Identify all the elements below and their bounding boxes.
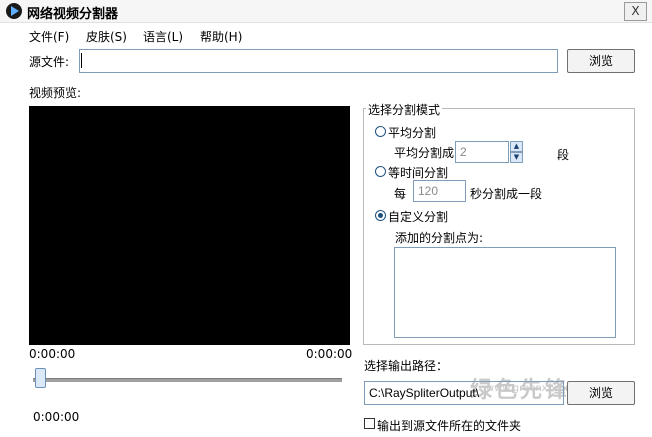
close-button[interactable]: X (624, 2, 647, 21)
output-path-input[interactable] (364, 381, 564, 405)
radio-custom-split[interactable] (375, 210, 386, 221)
source-file-label: 源文件: (29, 55, 70, 69)
split-points-label: 添加的分割点为: (395, 231, 484, 245)
app-logo-icon (6, 3, 22, 19)
time-current: 0:00:00 (33, 410, 80, 424)
window-title: 网络视频分割器 (27, 7, 119, 22)
text-cursor (81, 53, 82, 68)
seek-slider-thumb[interactable] (35, 368, 46, 388)
source-browse-button[interactable]: 浏览 (567, 49, 635, 73)
split-points-list[interactable] (394, 247, 616, 338)
segment-count-input[interactable] (455, 141, 509, 163)
segment-unit-label: 段 (557, 148, 570, 162)
time-start: 0:00:00 (29, 347, 76, 361)
even-split-sub-label: 平均分割成 (394, 146, 455, 160)
seek-slider-track[interactable] (33, 378, 342, 382)
time-end: 0:00:00 (306, 347, 353, 361)
output-path-label: 选择输出路径： (364, 359, 449, 373)
menu-language[interactable]: 语言(L) (143, 28, 183, 45)
even-split-label[interactable]: 平均分割 (388, 124, 436, 141)
spin-up-icon[interactable]: ▲ (510, 141, 523, 152)
time-split-prefix: 每 (394, 187, 407, 201)
radio-even-split[interactable] (375, 126, 386, 137)
time-split-label[interactable]: 等时间分割 (388, 164, 448, 181)
video-preview (29, 106, 350, 345)
output-browse-button[interactable]: 浏览 (567, 381, 635, 405)
time-split-suffix: 秒分割成一段 (470, 187, 543, 201)
spin-down-icon[interactable]: ▼ (510, 152, 523, 163)
split-mode-legend: 选择分割模式 (366, 101, 443, 118)
menu-skin[interactable]: 皮肤(S) (86, 28, 127, 45)
radio-time-split[interactable] (375, 166, 386, 177)
menu-help[interactable]: 帮助(H) (200, 28, 242, 45)
segment-count-spinner[interactable]: ▲ ▼ (510, 141, 523, 163)
source-file-input[interactable] (79, 49, 558, 73)
preview-label: 视频预览: (29, 86, 82, 100)
seconds-input[interactable] (413, 180, 466, 202)
same-folder-checkbox[interactable] (364, 418, 375, 429)
custom-split-label[interactable]: 自定义分割 (388, 208, 448, 225)
same-folder-label[interactable]: 输出到源文件所在的文件夹 (377, 417, 521, 434)
menu-file[interactable]: 文件(F) (29, 28, 69, 45)
